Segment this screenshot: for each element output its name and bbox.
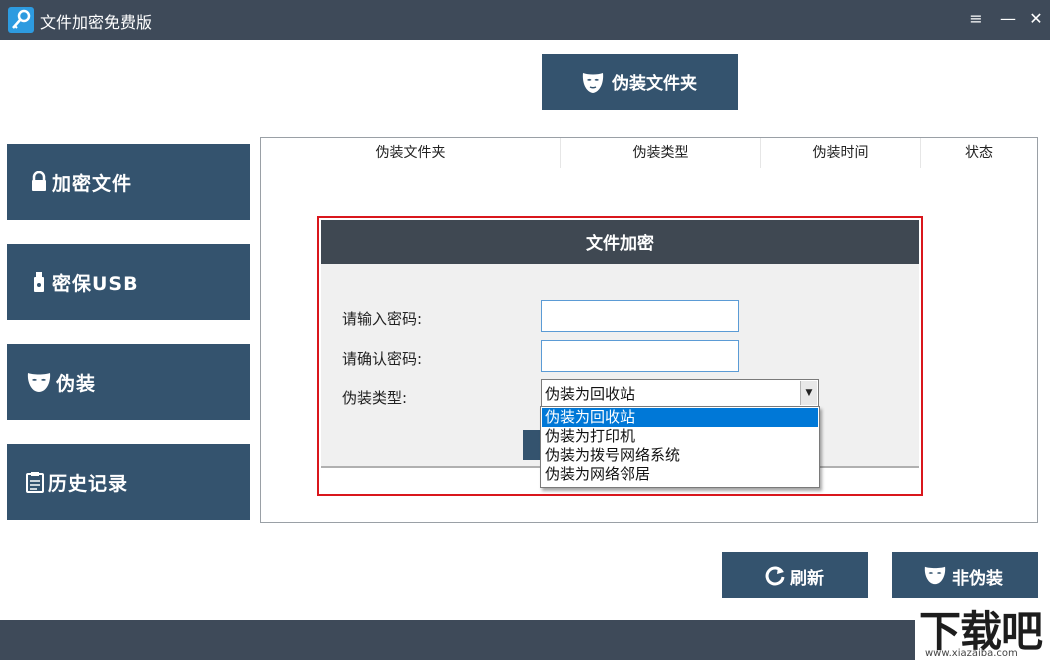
password-input[interactable] bbox=[541, 300, 739, 332]
undisguise-button[interactable]: 非伪装 bbox=[892, 552, 1038, 598]
sidebar-item-encrypt-files[interactable]: 加密文件 bbox=[7, 144, 250, 220]
minimize-button[interactable]: — bbox=[996, 8, 1020, 30]
dropdown-option[interactable]: 伪装为回收站 bbox=[542, 408, 818, 427]
dropdown-option[interactable]: 伪装为拨号网络系统 bbox=[542, 446, 818, 465]
dropdown-option[interactable]: 伪装为网络邻居 bbox=[542, 465, 818, 484]
refresh-icon bbox=[764, 564, 786, 586]
watermark-url: www.xiazaiba.com bbox=[925, 648, 1018, 659]
menu-button[interactable]: ≡ bbox=[964, 8, 988, 30]
disguise-type-dropdown[interactable]: 伪装为回收站 伪装为打印机 伪装为拨号网络系统 伪装为网络邻居 bbox=[540, 406, 820, 488]
disguise-type-label: 伪装类型: bbox=[342, 389, 408, 407]
sidebar-item-usb-protect[interactable]: 密保USB bbox=[7, 244, 250, 320]
clipboard-icon bbox=[25, 471, 45, 493]
disguise-type-select[interactable]: 伪装为回收站 ▼ bbox=[541, 379, 819, 407]
column-header-type[interactable]: 伪装类型 bbox=[561, 138, 761, 168]
select-value: 伪装为回收站 bbox=[545, 385, 636, 403]
dialog-title: 文件加密 bbox=[321, 220, 919, 264]
confirm-password-input[interactable] bbox=[541, 340, 739, 372]
window-title: 文件加密免费版 bbox=[40, 13, 153, 32]
mask-icon bbox=[27, 371, 51, 393]
sidebar-item-label: 加密文件 bbox=[52, 173, 133, 195]
sidebar-item-history[interactable]: 历史记录 bbox=[7, 444, 250, 520]
confirm-password-label: 请确认密码: bbox=[342, 350, 423, 368]
key-icon bbox=[8, 7, 34, 33]
disguise-folder-button[interactable]: 伪装文件夹 bbox=[542, 54, 738, 110]
lock-icon bbox=[29, 170, 49, 193]
status-bar bbox=[0, 620, 1050, 660]
refresh-label: 刷新 bbox=[790, 569, 824, 589]
column-header-status[interactable]: 状态 bbox=[921, 138, 1037, 168]
column-header-folder[interactable]: 伪装文件夹 bbox=[261, 138, 561, 168]
sidebar-item-label: 伪装 bbox=[56, 373, 97, 395]
title-bar: 文件加密免费版 ≡ — ✕ bbox=[0, 0, 1050, 40]
sidebar-item-label: 历史记录 bbox=[48, 473, 129, 495]
close-button[interactable]: ✕ bbox=[1024, 8, 1048, 30]
disguise-folder-label: 伪装文件夹 bbox=[612, 74, 697, 94]
dropdown-option[interactable]: 伪装为打印机 bbox=[542, 427, 818, 446]
sidebar-item-label: 密保USB bbox=[52, 273, 139, 295]
column-header-time[interactable]: 伪装时间 bbox=[761, 138, 921, 168]
dropdown-arrow-icon[interactable]: ▼ bbox=[800, 381, 817, 405]
undisguise-label: 非伪装 bbox=[952, 569, 1003, 589]
mask-icon bbox=[580, 69, 606, 95]
refresh-button[interactable]: 刷新 bbox=[722, 552, 868, 598]
usb-icon bbox=[29, 271, 49, 293]
watermark: 下载吧 www.xiazaiba.com bbox=[915, 598, 1050, 660]
sidebar-item-disguise[interactable]: 伪装 bbox=[7, 344, 250, 420]
password-label: 请输入密码: bbox=[342, 310, 423, 328]
mask-icon bbox=[924, 564, 946, 586]
